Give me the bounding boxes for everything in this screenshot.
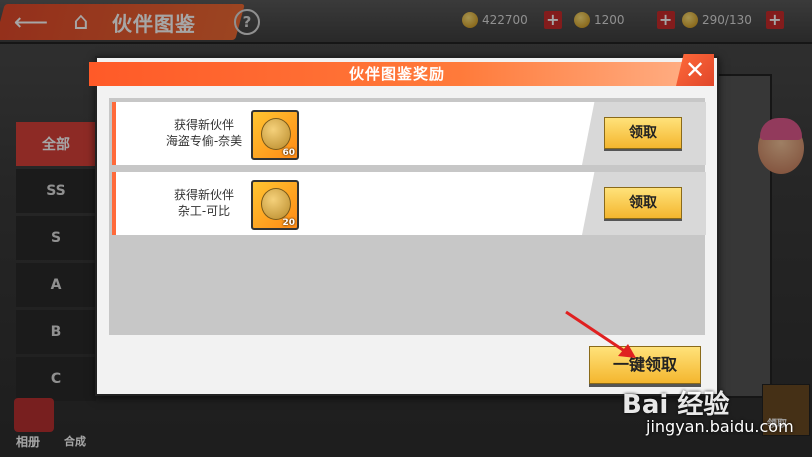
baidu-watermark-logo: Bai 经验	[622, 390, 730, 420]
baidu-watermark-url: jingyan.baidu.com	[646, 417, 794, 436]
